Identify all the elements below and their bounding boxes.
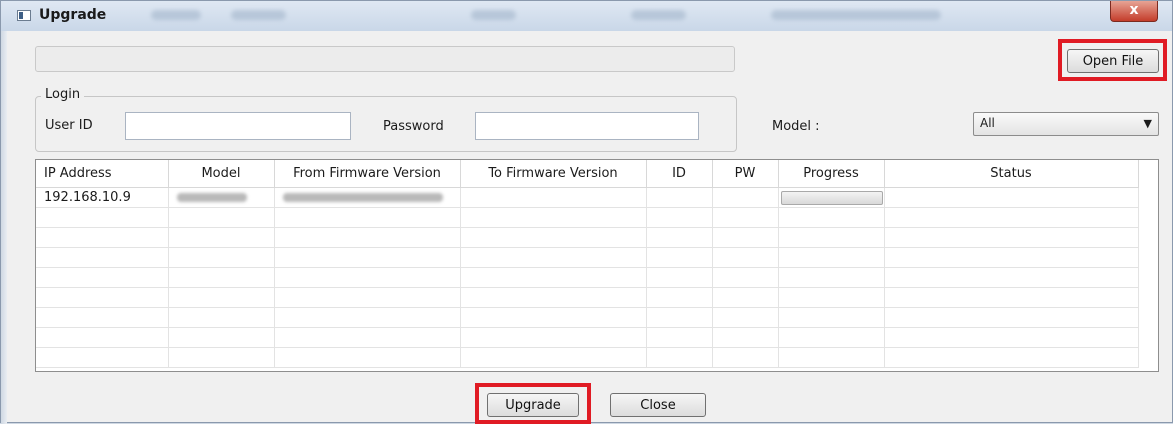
dropdown-arrow-icon: ▼ [1143,117,1152,130]
table-row [36,247,1139,268]
cell-model-redacted [168,187,275,208]
table-row[interactable]: 192.168.10.9 [36,187,1139,208]
window-frame-edge [1,31,7,424]
cell-id [646,187,713,208]
table-row [36,327,1139,348]
cell-from-firmware-redacted [274,187,461,208]
blurred-title-text [471,10,516,20]
user-id-field[interactable] [125,112,351,140]
password-label: Password [383,119,444,134]
window-icon [17,10,31,21]
table-row [36,267,1139,288]
column-header-ip-address[interactable]: IP Address [36,160,169,188]
cell-progress [778,187,885,208]
cell-status [884,187,1139,208]
title-bar[interactable]: Upgrade x [1,1,1172,31]
cell-pw [712,187,779,208]
close-button[interactable]: Close [610,393,706,417]
column-header-id[interactable]: ID [646,160,713,188]
blurred-title-text [231,10,286,20]
file-path-field[interactable] [35,46,735,72]
column-header-to-firmware[interactable]: To Firmware Version [460,160,647,188]
user-id-label: User ID [45,118,93,133]
model-label: Model : [772,119,820,134]
close-icon[interactable]: x [1110,1,1158,22]
upgrade-highlight [475,383,591,424]
table-row [36,287,1139,308]
password-field[interactable] [475,112,699,140]
progress-bar [780,190,883,205]
blurred-title-text [151,10,201,20]
column-header-pw[interactable]: PW [712,160,779,188]
table-row [36,227,1139,248]
table-header-row: IP Address Model From Firmware Version T… [36,160,1139,188]
model-selected-value: All [980,116,995,130]
table-row [36,347,1139,368]
window-title: Upgrade [39,7,107,23]
login-legend: Login [41,87,85,102]
blurred-title-text [771,10,941,20]
cell-ip-address: 192.168.10.9 [36,187,169,208]
model-dropdown[interactable]: All ▼ [973,112,1159,136]
column-header-from-firmware[interactable]: From Firmware Version [274,160,461,188]
table-row [36,307,1139,328]
table-row [36,207,1139,228]
blurred-title-text [631,10,686,20]
upgrade-window: Upgrade x Open File Login User ID Passwo… [0,0,1173,424]
open-file-highlight [1058,39,1167,81]
column-header-status[interactable]: Status [884,160,1139,188]
column-header-model[interactable]: Model [168,160,275,188]
column-header-progress[interactable]: Progress [778,160,885,188]
device-table[interactable]: IP Address Model From Firmware Version T… [35,159,1159,372]
cell-to-firmware [460,187,647,208]
